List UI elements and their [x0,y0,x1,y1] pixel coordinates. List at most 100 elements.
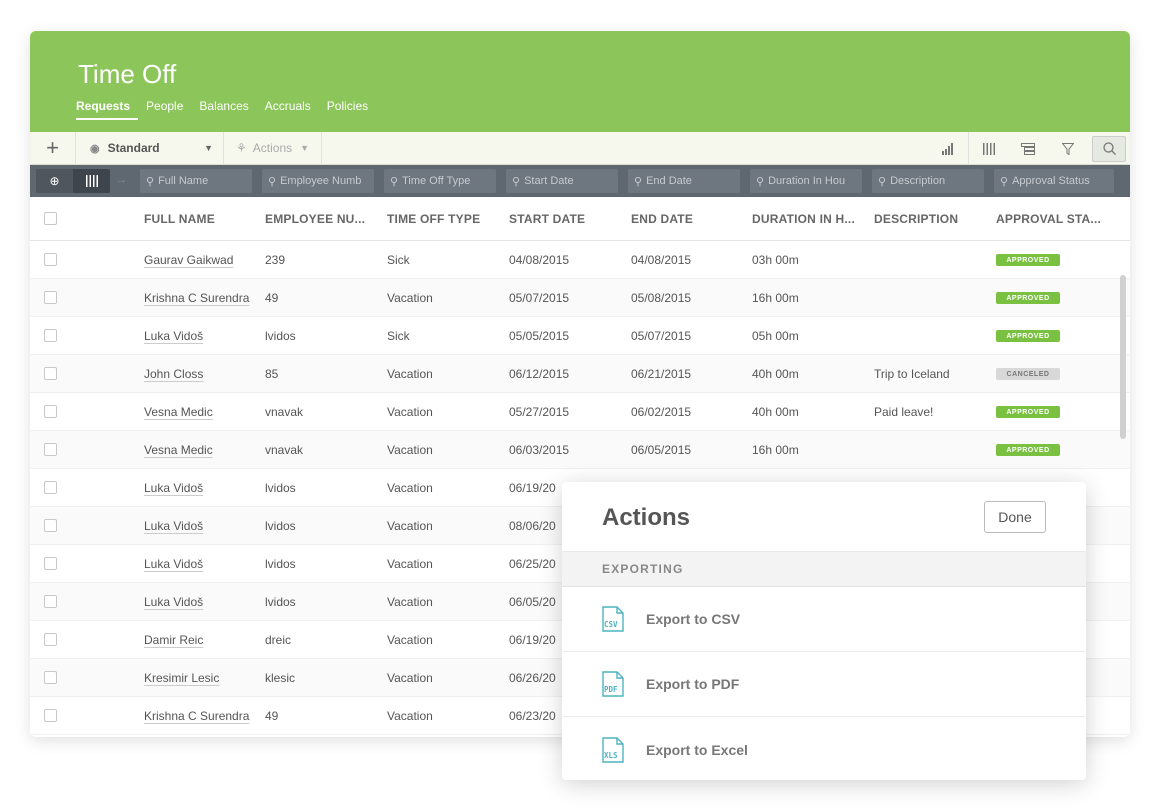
view-toggle: ⊕ [36,169,110,193]
cell-full-name[interactable]: Luka Vidoš [144,519,203,533]
actions-panel-header: Actions Done [562,482,1086,552]
columns-view-icon[interactable] [73,169,110,193]
row-checkbox[interactable] [44,405,57,418]
search-icon[interactable] [1092,135,1126,162]
col-employee-number[interactable]: EMPLOYEE NU... [265,212,365,226]
tab-policies[interactable]: Policies [327,99,376,120]
cell-full-name[interactable]: Krishna C Surendra [144,709,249,723]
col-duration[interactable]: DURATION IN H... [752,212,855,226]
row-checkbox[interactable] [44,595,57,608]
globe-icon[interactable]: ⊕ [36,169,73,193]
cell-start-date: 04/08/2015 [509,253,570,267]
group-icon[interactable] [1008,132,1048,165]
done-button[interactable]: Done [984,501,1046,533]
row-checkbox[interactable] [44,253,57,266]
svg-text:CSV: CSV [604,620,618,629]
cell-employee-number: lvidos [265,595,296,609]
col-full-name[interactable]: FULL NAME [144,212,215,226]
export-xls-item[interactable]: XLS Export to Excel [562,717,1086,780]
row-checkbox[interactable] [44,329,57,342]
view-selector[interactable]: ◉ Standard ▼ [76,131,224,165]
cell-full-name[interactable]: Luka Vidoš [144,595,203,609]
cell-employee-number: lvidos [265,481,296,495]
svg-text:XLS: XLS [604,751,618,760]
row-checkbox[interactable] [44,443,57,456]
table-row[interactable]: Vesna Medic vnavak Vacation 06/03/2015 06/05… [30,431,1130,469]
chart-icon[interactable] [928,132,968,165]
status-badge: APPROVED [996,292,1060,304]
cell-end-date: 05/07/2015 [631,329,692,343]
export-csv-item[interactable]: CSV Export to CSV [562,587,1086,652]
cell-start-date: 06/19/20 [509,481,556,495]
col-time-off-type[interactable]: TIME OFF TYPE [387,212,480,226]
cell-time-off-type: Vacation [387,519,433,533]
caret-down-icon: ▼ [300,143,310,153]
cell-duration: 16h 00m [752,443,799,457]
filter-description[interactable]: ⚲ Description [872,169,984,193]
row-checkbox[interactable] [44,633,57,646]
cell-full-name[interactable]: Vesna Medic [144,443,213,457]
filter-approval-status[interactable]: ⚲ Approval Status [994,169,1114,193]
tab-people[interactable]: People [146,99,191,120]
search-icon: ⚲ [756,175,765,188]
filter-time-off-type[interactable]: ⚲ Time Off Type [384,169,496,193]
filter-duration[interactable]: ⚲ Duration In Hou [750,169,862,193]
select-all-checkbox[interactable] [44,212,57,225]
table-row[interactable]: Gaurav Gaikwad 239 Sick 04/08/2015 04/08/201… [30,241,1130,279]
tab-balances[interactable]: Balances [199,99,256,120]
cell-employee-number: lvidos [265,519,296,533]
col-start-date[interactable]: START DATE [509,212,585,226]
cell-start-date: 06/25/20 [509,557,556,571]
col-approval-status[interactable]: APPROVAL STA... [996,212,1101,226]
table-row[interactable]: Vesna Medic vnavak Vacation 05/27/2015 06/02… [30,393,1130,431]
actions-button[interactable]: ⚘ Actions ▼ [224,131,323,165]
tab-accruals[interactable]: Accruals [265,99,319,120]
cell-full-name[interactable]: Krishna C Surendra [144,291,249,305]
row-checkbox[interactable] [44,291,57,304]
cell-end-date: 06/21/2015 [631,367,692,381]
table-row[interactable]: Krishna C Surendra 49 Vacation 05/07/2015 05… [30,279,1130,317]
cell-time-off-type: Vacation [387,557,433,571]
cell-description: Trip to Iceland [874,367,950,381]
export-label: Export to CSV [646,611,741,627]
cell-full-name[interactable]: Vesna Medic [144,405,213,419]
scrollbar[interactable] [1120,275,1126,439]
cell-full-name[interactable]: Luka Vidoš [144,557,203,571]
search-icon: ⚲ [268,175,277,188]
row-checkbox[interactable] [44,481,57,494]
cell-duration: 03h 00m [752,253,799,267]
col-description[interactable]: DESCRIPTION [874,212,958,226]
row-checkbox[interactable] [44,557,57,570]
cell-full-name[interactable]: Damir Reic [144,633,203,647]
filter-employee-number[interactable]: ⚲ Employee Numb [262,169,374,193]
filter-icon[interactable] [1048,132,1088,165]
cell-full-name[interactable]: John Closs [144,367,203,381]
filter-end-date[interactable]: ⚲ End Date [628,169,740,193]
cell-full-name[interactable]: Kresimir Lesic [144,671,219,685]
toolbar: + ◉ Standard ▼ ⚘ Actions ▼ [30,131,1130,165]
actions-panel: Actions Done EXPORTING CSV Export to CSV P… [562,482,1086,780]
cell-full-name[interactable]: Luka Vidoš [144,329,203,343]
tab-requests[interactable]: Requests [76,99,139,120]
add-button[interactable]: + [30,131,76,165]
search-icon: ⚲ [634,175,643,188]
row-checkbox[interactable] [44,709,57,722]
columns-icon[interactable] [968,132,1008,165]
filter-start-date[interactable]: ⚲ Start Date [506,169,618,193]
cell-employee-number: klesic [265,671,296,685]
filter-full-name[interactable]: ⚲ Full Name [140,169,252,193]
cell-full-name[interactable]: Luka Vidoš [144,481,203,495]
row-checkbox[interactable] [44,519,57,532]
export-pdf-item[interactable]: PDF Export to PDF [562,652,1086,717]
eye-icon: ◉ [90,142,100,155]
cell-employee-number: 85 [265,367,279,381]
filter-bar: ⊕ → ⚲ Full Name ⚲ Employee Numb ⚲ Time Off … [30,165,1130,197]
cell-employee-number: 49 [265,291,279,305]
table-row[interactable]: Luka Vidoš lvidos Sick 05/05/2015 05/07/2015… [30,317,1130,355]
row-checkbox[interactable] [44,671,57,684]
table-row[interactable]: John Closs 85 Vacation 06/12/2015 06/21/2015… [30,355,1130,393]
row-checkbox[interactable] [44,367,57,380]
cell-full-name[interactable]: Gaurav Gaikwad [144,253,233,267]
actions-icon: ⚘ [236,141,247,155]
col-end-date[interactable]: END DATE [631,212,693,226]
